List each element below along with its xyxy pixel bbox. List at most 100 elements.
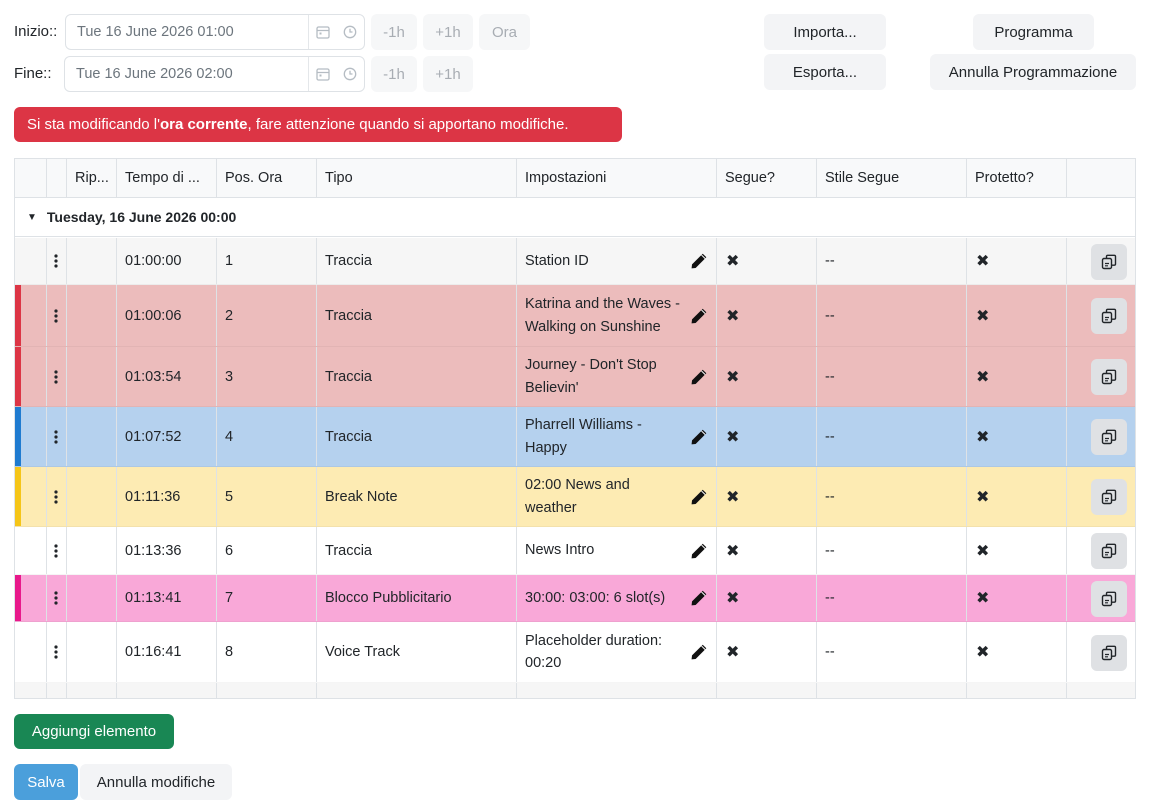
drag-handle-icon[interactable] bbox=[47, 238, 67, 284]
pencil-icon[interactable] bbox=[690, 589, 708, 607]
clock-icon[interactable] bbox=[336, 15, 364, 49]
settings-text: Placeholder duration: 00:20 bbox=[525, 632, 663, 672]
table-row[interactable]: 01:16:41 8 Voice Track Placeholder duration… bbox=[15, 622, 1135, 683]
save-button[interactable]: Salva bbox=[14, 764, 78, 800]
clock-icon[interactable] bbox=[336, 57, 364, 91]
header-protected[interactable]: Protetto? bbox=[967, 159, 1067, 197]
copy-icon[interactable] bbox=[1091, 298, 1127, 334]
header-follow-style[interactable]: Stile Segue bbox=[817, 159, 967, 197]
start-minus-hour-button[interactable]: -1h bbox=[371, 14, 417, 50]
actions-cell bbox=[1067, 467, 1135, 526]
position-cell: 4 bbox=[217, 407, 317, 466]
pencil-icon[interactable] bbox=[690, 368, 708, 386]
pencil-icon[interactable] bbox=[690, 542, 708, 560]
drag-handle-icon[interactable] bbox=[47, 575, 67, 621]
type-cell: Voice Track bbox=[317, 622, 517, 682]
drag-handle-icon[interactable] bbox=[47, 622, 67, 682]
table-row[interactable]: 01:00:00 1 Traccia Station ID ✖ -- ✖ bbox=[15, 238, 1135, 285]
actions-cell bbox=[1067, 575, 1135, 621]
copy-icon[interactable] bbox=[1091, 244, 1127, 280]
header-type[interactable]: Tipo bbox=[317, 159, 517, 197]
copy-icon[interactable] bbox=[1091, 479, 1127, 515]
position-cell: 6 bbox=[217, 527, 317, 574]
follow-cell[interactable]: ✖ bbox=[717, 467, 817, 526]
time-cell: 01:00:00 bbox=[117, 238, 217, 284]
drag-handle-icon[interactable] bbox=[47, 467, 67, 526]
stripe-cell bbox=[15, 575, 47, 621]
header-time[interactable]: Tempo di ... bbox=[117, 159, 217, 197]
time-cell: 01:03:54 bbox=[117, 347, 217, 406]
protected-cell[interactable]: ✖ bbox=[967, 285, 1067, 346]
follow-style-cell: -- bbox=[817, 285, 967, 346]
table-row[interactable]: 01:11:36 5 Break Note 02:00 News and weathe… bbox=[15, 467, 1135, 527]
pencil-icon[interactable] bbox=[690, 643, 708, 661]
header-repeat[interactable]: Rip... bbox=[67, 159, 117, 197]
copy-icon[interactable] bbox=[1091, 581, 1127, 617]
protected-cell[interactable]: ✖ bbox=[967, 347, 1067, 406]
drag-handle-icon[interactable] bbox=[47, 527, 67, 574]
copy-icon[interactable] bbox=[1091, 635, 1127, 671]
pencil-icon[interactable] bbox=[690, 252, 708, 270]
protected-cell[interactable]: ✖ bbox=[967, 575, 1067, 621]
collapse-triangle-icon[interactable]: ▼ bbox=[27, 212, 37, 223]
pencil-icon[interactable] bbox=[690, 307, 708, 325]
copy-icon[interactable] bbox=[1091, 533, 1127, 569]
table-row[interactable]: 01:13:36 6 Traccia News Intro ✖ -- ✖ bbox=[15, 527, 1135, 575]
unschedule-button[interactable]: Annulla Programmazione bbox=[930, 54, 1136, 90]
pencil-icon[interactable] bbox=[690, 428, 708, 446]
copy-icon[interactable] bbox=[1091, 359, 1127, 395]
time-cell: 01:13:36 bbox=[117, 527, 217, 574]
end-plus-hour-button[interactable]: +1h bbox=[423, 56, 473, 92]
actions-cell bbox=[1067, 407, 1135, 466]
follow-style-cell: -- bbox=[817, 238, 967, 284]
import-button[interactable]: Importa... bbox=[764, 14, 886, 50]
pencil-icon[interactable] bbox=[690, 488, 708, 506]
table-row[interactable]: 01:07:52 4 Traccia Pharrell Williams - Happ… bbox=[15, 407, 1135, 467]
end-label: Fine:: bbox=[14, 65, 52, 82]
now-button[interactable]: Ora bbox=[479, 14, 530, 50]
protected-cell[interactable]: ✖ bbox=[967, 407, 1067, 466]
follow-cell[interactable]: ✖ bbox=[717, 407, 817, 466]
start-plus-hour-button[interactable]: +1h bbox=[423, 14, 473, 50]
table-row[interactable]: 01:13:41 7 Blocco Pubblicitario 30:00: 03:0… bbox=[15, 575, 1135, 622]
actions-cell bbox=[1067, 347, 1135, 406]
table-row[interactable]: 01:03:54 3 Traccia Journey - Don't Stop Bel… bbox=[15, 347, 1135, 407]
add-element-button[interactable]: Aggiungi elemento bbox=[14, 714, 174, 749]
follow-cell[interactable]: ✖ bbox=[717, 285, 817, 346]
follow-cell[interactable]: ✖ bbox=[717, 575, 817, 621]
repeat-cell bbox=[67, 285, 117, 346]
protected-cell[interactable]: ✖ bbox=[967, 467, 1067, 526]
group-row[interactable]: ▼ Tuesday, 16 June 2026 00:00 bbox=[15, 198, 1135, 237]
follow-cell[interactable]: ✖ bbox=[717, 622, 817, 682]
calendar-icon[interactable] bbox=[308, 57, 336, 91]
header-drag-cell bbox=[47, 159, 67, 197]
protected-cell[interactable]: ✖ bbox=[967, 622, 1067, 682]
header-settings[interactable]: Impostazioni bbox=[517, 159, 717, 197]
settings-text: 02:00 News and weather bbox=[525, 477, 630, 516]
follow-cell[interactable]: ✖ bbox=[717, 238, 817, 284]
discard-changes-button[interactable]: Annulla modifiche bbox=[80, 764, 232, 800]
export-button[interactable]: Esporta... bbox=[764, 54, 886, 90]
calendar-icon[interactable] bbox=[308, 15, 336, 49]
settings-text: News Intro bbox=[525, 542, 595, 559]
end-datetime-input[interactable]: Tue 16 June 2026 02:00 bbox=[64, 56, 365, 92]
end-minus-hour-button[interactable]: -1h bbox=[371, 56, 417, 92]
drag-handle-icon[interactable] bbox=[47, 285, 67, 346]
row-color-stripe bbox=[15, 407, 21, 466]
start-datetime-input[interactable]: Tue 16 June 2026 01:00 bbox=[65, 14, 365, 50]
table-row[interactable]: 01:00:06 2 Traccia Katrina and the Waves - … bbox=[15, 285, 1135, 347]
repeat-cell bbox=[67, 622, 117, 682]
header-position[interactable]: Pos. Ora bbox=[217, 159, 317, 197]
repeat-cell bbox=[67, 467, 117, 526]
protected-cell[interactable]: ✖ bbox=[967, 238, 1067, 284]
drag-handle-icon[interactable] bbox=[47, 407, 67, 466]
drag-handle-icon[interactable] bbox=[47, 347, 67, 406]
actions-cell bbox=[1067, 622, 1135, 682]
protected-cell[interactable]: ✖ bbox=[967, 527, 1067, 574]
copy-icon[interactable] bbox=[1091, 419, 1127, 455]
follow-cell[interactable]: ✖ bbox=[717, 527, 817, 574]
settings-cell: Katrina and the Waves - Walking on Sunsh… bbox=[517, 285, 717, 346]
header-follow[interactable]: Segue? bbox=[717, 159, 817, 197]
follow-cell[interactable]: ✖ bbox=[717, 347, 817, 406]
schedule-button[interactable]: Programma bbox=[973, 14, 1094, 50]
